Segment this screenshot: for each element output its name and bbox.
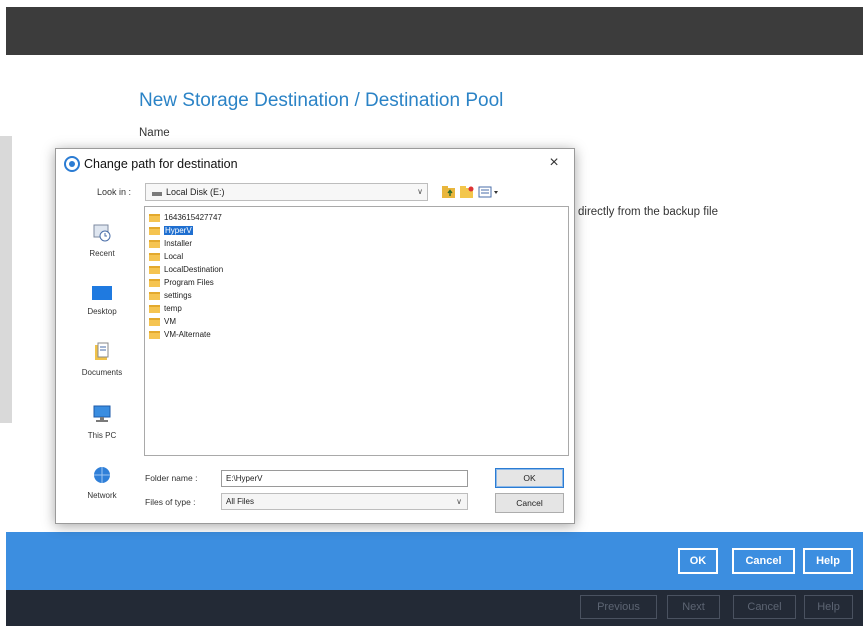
left-panel-edge	[0, 136, 12, 423]
files-of-type-value: All Files	[226, 497, 255, 506]
chevron-down-icon: ∨	[417, 187, 423, 196]
app-top-bar	[6, 7, 863, 55]
place-recent[interactable]: Recent	[62, 223, 142, 258]
folder-icon	[149, 278, 160, 287]
dialog-title-bar: Change path for destination ×	[56, 149, 574, 179]
computer-icon	[62, 405, 142, 427]
dialog-ok-button[interactable]: OK	[495, 468, 564, 488]
page-title: New Storage Destination / Destination Po…	[139, 90, 504, 111]
wizard-help-button[interactable]: Help	[804, 595, 853, 619]
place-documents[interactable]: Documents	[62, 342, 142, 377]
change-path-dialog: Change path for destination × Look in : …	[55, 148, 575, 524]
folder-icon	[149, 239, 160, 248]
folder-icon	[149, 317, 160, 326]
dialog-cancel-button[interactable]: Cancel	[495, 493, 564, 513]
place-label: Recent	[89, 249, 115, 258]
place-label: Desktop	[87, 307, 117, 316]
folder-icon	[149, 226, 160, 235]
folder-name-input[interactable]: E:\HyperV	[221, 470, 468, 487]
folder-icon	[149, 213, 160, 222]
look-in-value: Local Disk (E:)	[166, 187, 225, 197]
drive-icon	[152, 191, 162, 196]
ok-button[interactable]: OK	[678, 548, 718, 574]
cancel-button[interactable]: Cancel	[732, 548, 795, 574]
folder-icon	[149, 291, 160, 300]
help-button[interactable]: Help	[803, 548, 853, 574]
look-in-dropdown[interactable]: Local Disk (E:) ∨	[145, 183, 428, 201]
place-label: This PC	[87, 431, 117, 440]
close-icon[interactable]: ×	[544, 154, 564, 172]
files-of-type-label: Files of type :	[145, 497, 196, 507]
folder-icon	[149, 252, 160, 261]
file-list[interactable]: 1643615427747 HyperV Installer Local Loc…	[144, 206, 569, 456]
places-bar: Recent Desktop Documents This PC Network	[62, 209, 142, 509]
list-item[interactable]: Program Files	[149, 277, 214, 288]
network-icon	[62, 465, 142, 487]
documents-icon	[62, 342, 142, 364]
folder-icon	[149, 265, 160, 274]
list-item[interactable]: Local	[149, 251, 183, 262]
list-item[interactable]: 1643615427747	[149, 212, 222, 223]
name-label: Name	[139, 127, 170, 139]
app-logo-icon	[64, 156, 80, 172]
list-item[interactable]: VM-Alternate	[149, 329, 211, 340]
look-in-label: Look in :	[97, 187, 132, 197]
list-item[interactable]: settings	[149, 290, 192, 301]
new-folder-icon[interactable]	[459, 184, 475, 200]
files-of-type-dropdown[interactable]: All Files ∨	[221, 493, 468, 510]
place-label: Network	[87, 491, 117, 500]
place-this-pc[interactable]: This PC	[62, 405, 142, 440]
chevron-down-icon: ∨	[456, 497, 462, 506]
view-menu-icon[interactable]	[477, 184, 501, 200]
dialog-title: Change path for destination	[84, 157, 238, 171]
folder-icon	[149, 304, 160, 313]
place-label: Documents	[81, 368, 123, 377]
previous-button[interactable]: Previous	[580, 595, 657, 619]
list-item[interactable]: HyperV	[149, 225, 193, 236]
folder-icon	[149, 330, 160, 339]
next-button[interactable]: Next	[667, 595, 720, 619]
recent-icon	[62, 223, 142, 245]
wizard-cancel-button[interactable]: Cancel	[733, 595, 796, 619]
list-item[interactable]: Installer	[149, 238, 192, 249]
list-item[interactable]: LocalDestination	[149, 264, 223, 275]
up-folder-icon[interactable]	[441, 184, 457, 200]
list-item[interactable]: VM	[149, 316, 176, 327]
desktop-icon	[62, 285, 142, 303]
list-item[interactable]: temp	[149, 303, 182, 314]
place-desktop[interactable]: Desktop	[62, 285, 142, 316]
folder-name-label: Folder name :	[145, 473, 198, 483]
place-network[interactable]: Network	[62, 465, 142, 500]
backup-file-hint: directly from the backup file	[578, 206, 718, 218]
